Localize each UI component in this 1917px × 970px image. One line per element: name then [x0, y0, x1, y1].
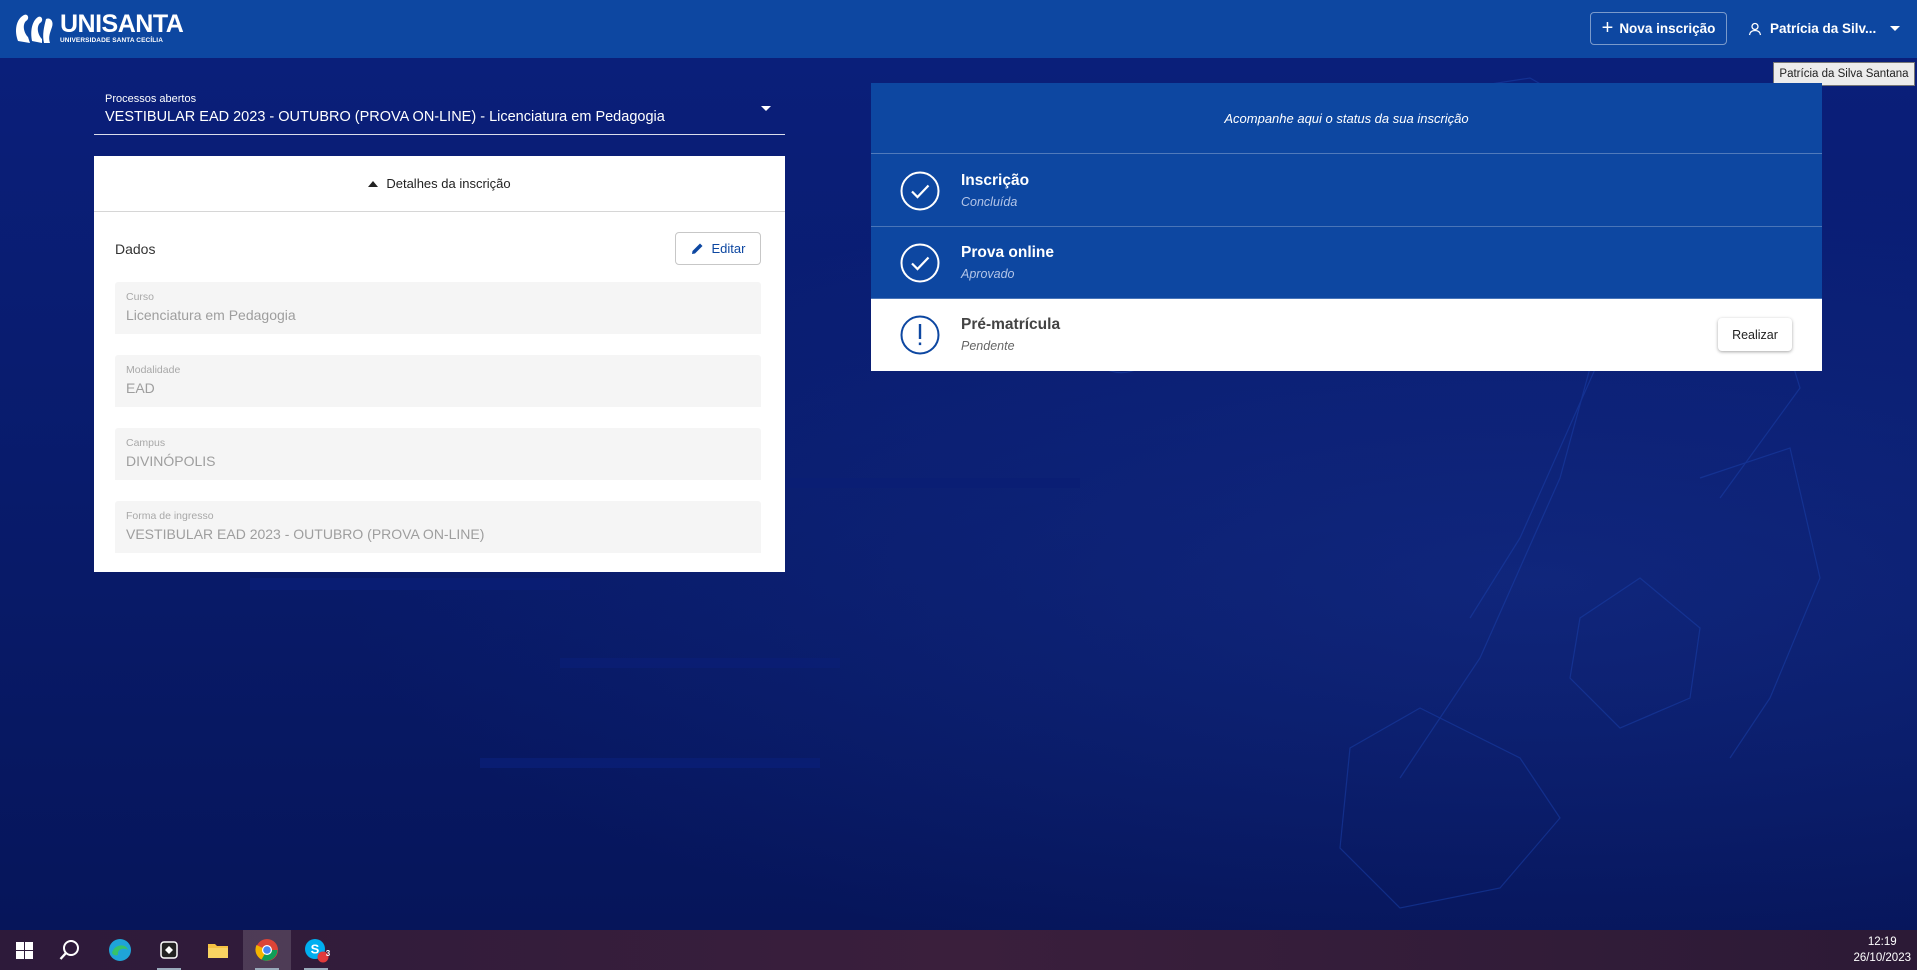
skype-icon[interactable]: S 3 — [292, 930, 340, 970]
check-circle-icon — [900, 171, 940, 211]
clock-time: 12:19 — [1867, 936, 1897, 948]
top-bar: UNISANTA UNIVERSIDADE SANTA CECÍLIA + No… — [0, 0, 1917, 58]
modalidade-value: EAD — [126, 380, 155, 396]
campus-field[interactable]: Campus DIVINÓPOLIS — [115, 428, 761, 480]
exclamation-circle-icon — [900, 315, 940, 355]
step-pre-matricula-title: Pré-matrícula — [961, 316, 1061, 333]
processos-label: Processos abertos — [105, 93, 197, 105]
unisanta-logo[interactable]: UNISANTA UNIVERSIDADE SANTA CECÍLIA — [12, 9, 184, 46]
editar-button[interactable]: Editar — [675, 232, 761, 265]
user-menu[interactable]: Patrícia da Silv... — [1748, 12, 1901, 45]
status-header: Acompanhe aqui o status da sua inscrição — [871, 83, 1822, 154]
app-icon[interactable] — [145, 930, 193, 970]
user-icon — [1748, 22, 1762, 35]
realizar-button[interactable]: Realizar — [1718, 318, 1792, 351]
search-icon[interactable] — [46, 930, 94, 970]
forma-ingresso-field[interactable]: Forma de ingresso VESTIBULAR EAD 2023 - … — [115, 501, 761, 553]
step-inscricao-status: Concluída — [961, 195, 1018, 209]
curso-value: Licenciatura em Pedagogia — [126, 307, 296, 323]
forma-ingresso-label: Forma de ingresso — [126, 510, 214, 522]
processos-value: VESTIBULAR EAD 2023 - OUTUBRO (PROVA ON-… — [105, 109, 665, 125]
user-name: Patrícia da Silv... — [1770, 21, 1877, 36]
chevron-down-icon — [1890, 26, 1901, 31]
editar-label: Editar — [711, 241, 746, 256]
check-circle-icon — [900, 243, 940, 283]
detalhes-toggle[interactable]: Detalhes da inscrição — [94, 156, 785, 212]
nova-inscricao-button[interactable]: + Nova inscrição — [1590, 12, 1727, 45]
step-prova-online: Prova online Aprovado — [871, 227, 1822, 299]
taskbar-clock[interactable]: 12:19 26/10/2023 — [1853, 934, 1911, 966]
logo-name: UNISANTA — [60, 9, 184, 38]
curso-label: Curso — [126, 291, 155, 303]
clock-date: 26/10/2023 — [1853, 952, 1911, 964]
edge-icon[interactable] — [96, 930, 144, 970]
logo-subtitle: UNIVERSIDADE SANTA CECÍLIA — [60, 36, 163, 44]
dados-title: Dados — [115, 241, 156, 257]
skype-badge: 3 — [325, 949, 331, 958]
modalidade-label: Modalidade — [126, 364, 181, 376]
taskbar: S 3 12:19 26/10/2023 — [0, 930, 1917, 970]
modalidade-field[interactable]: Modalidade EAD — [115, 355, 761, 407]
curso-field[interactable]: Curso Licenciatura em Pedagogia — [115, 282, 761, 334]
step-pre-matricula: Pré-matrícula Pendente Realizar — [871, 299, 1822, 371]
chevron-up-icon — [368, 180, 379, 187]
status-panel: Acompanhe aqui o status da sua inscrição… — [871, 83, 1822, 371]
forma-ingresso-value: VESTIBULAR EAD 2023 - OUTUBRO (PROVA ON-… — [126, 526, 485, 542]
pencil-icon — [691, 243, 703, 254]
step-inscricao: Inscrição Concluída — [871, 155, 1822, 227]
step-pre-matricula-status: Pendente — [961, 339, 1015, 353]
windows-start-icon[interactable] — [0, 930, 48, 970]
plus-icon: + — [1601, 16, 1614, 39]
campus-value: DIVINÓPOLIS — [126, 453, 216, 469]
step-prova-title: Prova online — [961, 244, 1055, 261]
chevron-down-icon — [761, 106, 771, 111]
processos-select[interactable]: Processos abertos VESTIBULAR EAD 2023 - … — [94, 84, 785, 135]
detalhes-card: Detalhes da inscrição Dados Editar Curso… — [94, 156, 785, 572]
file-explorer-icon[interactable] — [194, 930, 242, 970]
chrome-icon[interactable] — [243, 930, 291, 970]
detalhes-title: Detalhes da inscrição — [386, 176, 511, 191]
campus-label: Campus — [126, 437, 166, 449]
step-prova-status: Aprovado — [961, 267, 1015, 281]
nova-inscricao-label: Nova inscrição — [1619, 21, 1716, 36]
dados-row: Dados Editar — [115, 232, 761, 266]
logo-seahorse-icon — [16, 14, 53, 43]
step-inscricao-title: Inscrição — [961, 172, 1030, 189]
